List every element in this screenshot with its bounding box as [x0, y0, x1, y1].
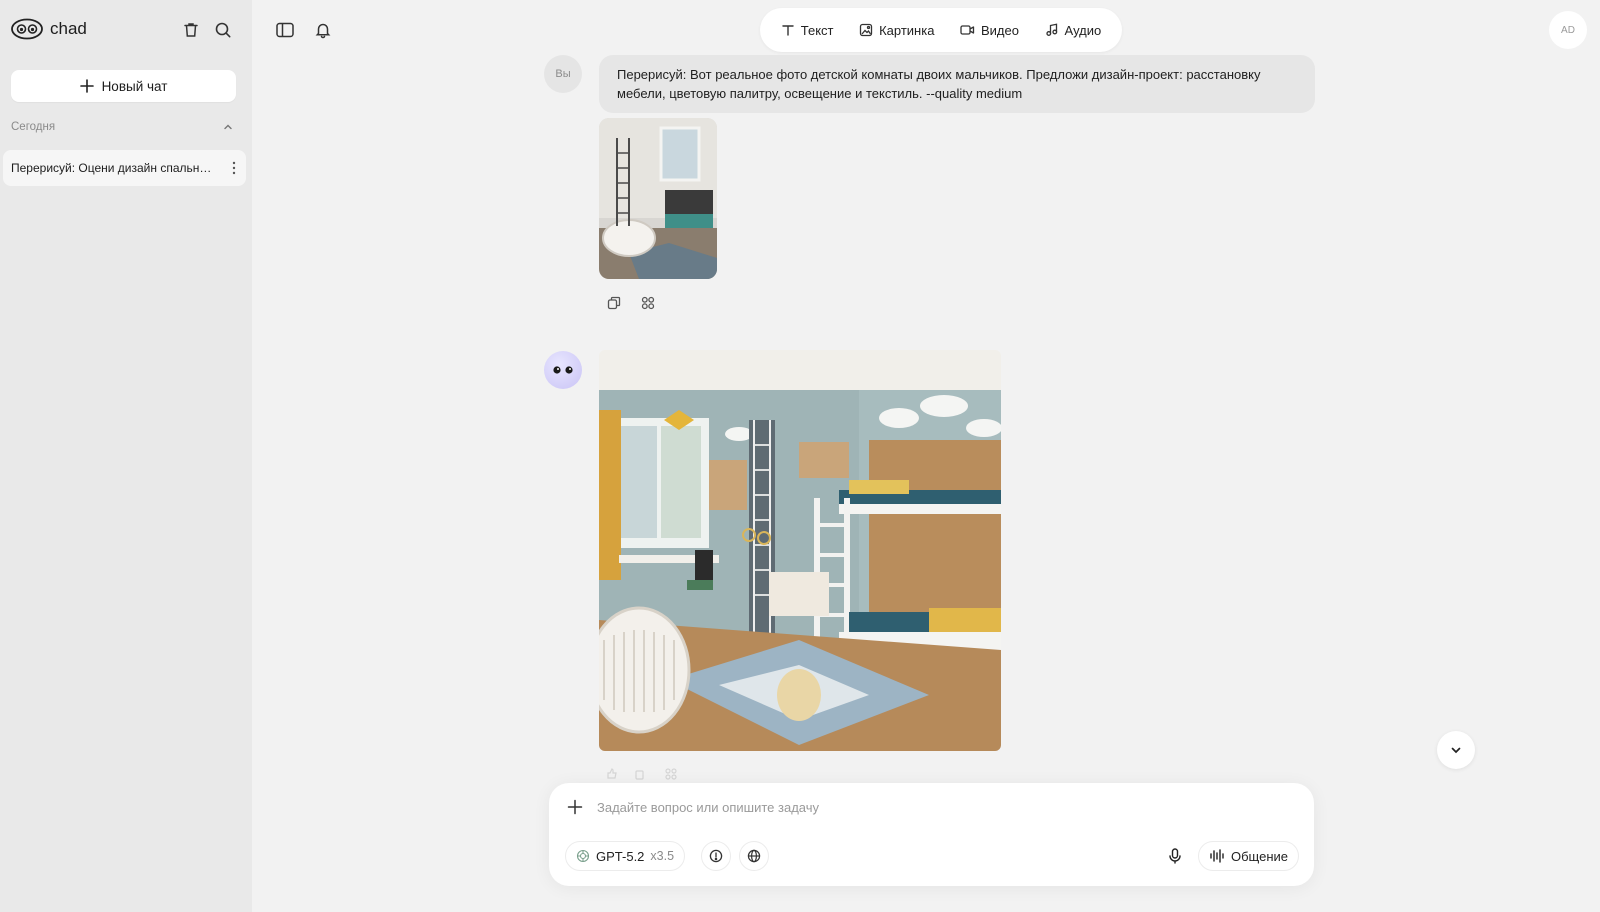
- plus-icon: [567, 799, 583, 815]
- trash-button[interactable]: [180, 19, 202, 41]
- owl-eyes-icon: [553, 366, 573, 374]
- copy-button[interactable]: [604, 293, 624, 313]
- attached-photo-thumbnail[interactable]: [599, 118, 717, 279]
- tab-image[interactable]: Картинка: [859, 23, 934, 38]
- voice-chat-button[interactable]: Общение: [1198, 841, 1300, 871]
- music-note-icon: [1045, 23, 1057, 36]
- openai-logo-icon: [576, 849, 590, 863]
- search-button[interactable]: [212, 19, 234, 41]
- copy-icon: [607, 296, 621, 310]
- video-icon: [960, 25, 975, 35]
- mode-tabs: Текст Картинка Видео Аудио: [760, 8, 1122, 52]
- settings-chip[interactable]: [701, 841, 731, 871]
- search-icon: [215, 22, 231, 38]
- message-composer: GPT-5.2 x3.5 Общение: [549, 783, 1314, 886]
- grid-view-button[interactable]: [638, 293, 658, 313]
- model-selector[interactable]: GPT-5.2 x3.5: [565, 841, 686, 871]
- tab-audio-label: Аудио: [1064, 22, 1102, 38]
- chevron-up-icon: [224, 124, 232, 130]
- more-vertical-icon[interactable]: [232, 161, 236, 175]
- prompt-input[interactable]: [597, 795, 1277, 819]
- notifications-button[interactable]: [312, 19, 334, 41]
- sound-wave-icon: [1210, 849, 1224, 863]
- bell-icon: [315, 23, 331, 39]
- sidebar-panel-icon: [276, 22, 294, 38]
- section-today-label: Сегодня: [11, 121, 56, 133]
- chat-list-item[interactable]: Перерисуй: Оцени дизайн спальни...: [3, 150, 246, 186]
- user-message-bubble: Перерисуй: Вот реальное фото детской ком…: [599, 55, 1315, 113]
- section-today[interactable]: Сегодня: [11, 121, 233, 133]
- microphone-button[interactable]: [1160, 841, 1190, 871]
- new-chat-button[interactable]: Новый чат: [11, 70, 236, 102]
- model-multiplier: x3.5: [650, 849, 675, 863]
- faded-actions-row: [605, 768, 677, 780]
- text-icon: [782, 25, 794, 36]
- grid-icon: [641, 296, 655, 310]
- web-search-chip[interactable]: [739, 841, 769, 871]
- generated-room-image[interactable]: [599, 350, 1001, 751]
- tab-image-label: Картинка: [879, 22, 935, 38]
- scroll-to-bottom-button[interactable]: [1437, 731, 1475, 769]
- like-icon: [607, 768, 617, 779]
- owl-logo-icon: [11, 18, 43, 40]
- chevron-down-icon: [1451, 747, 1461, 754]
- tab-video-label: Видео: [981, 22, 1019, 38]
- sidebar: chad Новый чат Сегодня Перерисуй: Оцени …: [0, 0, 252, 912]
- user-message-text: Перерисуй: Вот реальное фото детской ком…: [617, 67, 1261, 101]
- tab-audio[interactable]: Аудио: [1045, 22, 1102, 38]
- tab-video[interactable]: Видео: [960, 23, 1019, 38]
- attach-button[interactable]: [565, 797, 585, 817]
- user-message-avatar: Вы: [544, 55, 582, 93]
- app-logo[interactable]: chad: [11, 18, 87, 40]
- tab-text[interactable]: Текст: [781, 23, 834, 38]
- image-icon: [859, 23, 873, 37]
- user-initials: AD: [1561, 24, 1575, 36]
- tab-text-label: Текст: [800, 22, 834, 38]
- toggle-sidebar-button[interactable]: [274, 19, 296, 41]
- model-name: GPT-5.2: [596, 848, 645, 864]
- plus-icon: [79, 79, 94, 93]
- assistant-avatar: [544, 351, 582, 389]
- microphone-icon: [1169, 848, 1181, 864]
- new-chat-label: Новый чат: [101, 78, 168, 94]
- trash-icon: [184, 23, 198, 37]
- copy-icon-faded: [635, 770, 644, 780]
- globe-icon: [747, 849, 761, 863]
- grid-icon-faded: [665, 768, 677, 780]
- app-name: chad: [50, 19, 87, 38]
- user-avatar-label: Вы: [555, 68, 571, 80]
- user-avatar-top[interactable]: AD: [1549, 11, 1587, 49]
- voice-chat-label: Общение: [1231, 848, 1289, 864]
- info-circle-icon: [709, 849, 723, 863]
- chat-title: Перерисуй: Оцени дизайн спальни...: [11, 161, 216, 175]
